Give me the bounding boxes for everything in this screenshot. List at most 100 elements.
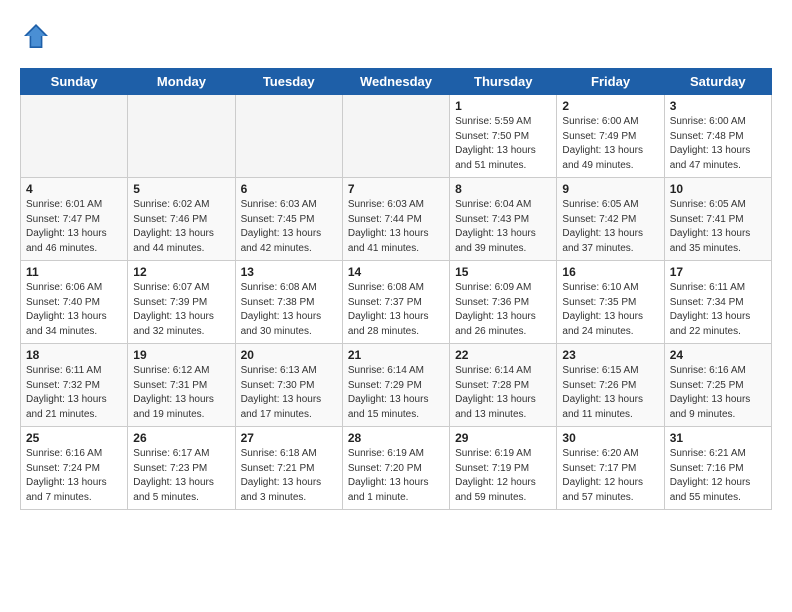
day-detail: Sunrise: 6:20 AM Sunset: 7:17 PM Dayligh… — [562, 447, 658, 505]
day-number: 14 — [348, 265, 444, 279]
day-detail: Sunrise: 6:17 AM Sunset: 7:23 PM Dayligh… — [133, 447, 229, 505]
day-number: 5 — [133, 182, 229, 196]
calendar-cell: 17 Sunrise: 6:11 AM Sunset: 7:34 PM Dayli… — [664, 261, 771, 344]
calendar-week-5: 25Sunrise: 6:16 AM Sunset: 7:24 PM Dayli… — [21, 427, 772, 510]
page-header — [20, 20, 772, 52]
day-number: 19 — [133, 348, 229, 362]
day-detail: Sunrise: 6:09 AM Sunset: 7:36 PM Dayligh… — [455, 281, 551, 339]
day-detail: Sunrise: 6:18 AM Sunset: 7:21 PM Dayligh… — [241, 447, 337, 505]
day-detail: Sunrise: 6:08 AM Sunset: 7:37 PM Dayligh… — [348, 281, 444, 339]
day-number: 13 — [241, 265, 337, 279]
calendar-cell: 19 Sunrise: 6:12 AM Sunset: 7:31 PM Dayli… — [128, 344, 235, 427]
day-number: 28 — [348, 431, 444, 445]
day-detail: Sunrise: 6:11 AM Sunset: 7:32 PM Dayligh… — [26, 364, 122, 422]
day-number: 20 — [241, 348, 337, 362]
day-detail: Sunrise: 6:04 AM Sunset: 7:43 PM Dayligh… — [455, 198, 551, 256]
day-detail: Sunrise: 6:06 AM Sunset: 7:40 PM Dayligh… — [26, 281, 122, 339]
day-detail: Sunrise: 6:11 AM Sunset: 7:34 PM Dayligh… — [670, 281, 766, 339]
day-header-thursday: Thursday — [450, 69, 557, 95]
calendar-week-2: 4 Sunrise: 6:01 AM Sunset: 7:47 PM Daylig… — [21, 178, 772, 261]
calendar-cell: 3Sunrise: 6:00 AM Sunset: 7:48 PM Daylig… — [664, 95, 771, 178]
calendar-cell: 26 Sunrise: 6:17 AM Sunset: 7:23 PM Dayli… — [128, 427, 235, 510]
day-number: 26 — [133, 431, 229, 445]
day-detail: Sunrise: 6:01 AM Sunset: 7:47 PM Dayligh… — [26, 198, 122, 256]
calendar-cell: 1 Sunrise: 5:59 AM Sunset: 7:50 PM Daylig… — [450, 95, 557, 178]
logo-icon — [20, 20, 52, 52]
day-detail: Sunrise: 6:13 AM Sunset: 7:30 PM Dayligh… — [241, 364, 337, 422]
day-detail: Sunrise: 6:10 AM Sunset: 7:35 PM Dayligh… — [562, 281, 658, 339]
day-detail: Sunrise: 6:02 AM Sunset: 7:46 PM Dayligh… — [133, 198, 229, 256]
calendar-cell: 16 Sunrise: 6:10 AM Sunset: 7:35 PM Dayli… — [557, 261, 664, 344]
day-number: 11 — [26, 265, 122, 279]
calendar-cell: 28 Sunrise: 6:19 AM Sunset: 7:20 PM Dayli… — [342, 427, 449, 510]
calendar-cell: 10 Sunrise: 6:05 AM Sunset: 7:41 PM Dayli… — [664, 178, 771, 261]
calendar-cell: 7 Sunrise: 6:03 AM Sunset: 7:44 PM Daylig… — [342, 178, 449, 261]
day-header-friday: Friday — [557, 69, 664, 95]
day-number: 15 — [455, 265, 551, 279]
day-detail: Sunrise: 6:19 AM Sunset: 7:19 PM Dayligh… — [455, 447, 551, 505]
calendar-cell: 5 Sunrise: 6:02 AM Sunset: 7:46 PM Daylig… — [128, 178, 235, 261]
day-number: 22 — [455, 348, 551, 362]
day-number: 10 — [670, 182, 766, 196]
day-header-sunday: Sunday — [21, 69, 128, 95]
day-detail: Sunrise: 6:05 AM Sunset: 7:41 PM Dayligh… — [670, 198, 766, 256]
day-header-monday: Monday — [128, 69, 235, 95]
day-number: 18 — [26, 348, 122, 362]
calendar-cell: 12 Sunrise: 6:07 AM Sunset: 7:39 PM Dayli… — [128, 261, 235, 344]
day-number: 24 — [670, 348, 766, 362]
day-header-saturday: Saturday — [664, 69, 771, 95]
day-detail: Sunrise: 6:16 AM Sunset: 7:24 PM Dayligh… — [26, 447, 122, 505]
day-number: 9 — [562, 182, 658, 196]
day-number: 1 — [455, 99, 551, 113]
calendar-cell — [128, 95, 235, 178]
calendar-cell: 15 Sunrise: 6:09 AM Sunset: 7:36 PM Dayli… — [450, 261, 557, 344]
day-header-tuesday: Tuesday — [235, 69, 342, 95]
calendar-cell: 9 Sunrise: 6:05 AM Sunset: 7:42 PM Daylig… — [557, 178, 664, 261]
calendar-cell: 6Sunrise: 6:03 AM Sunset: 7:45 PM Daylig… — [235, 178, 342, 261]
calendar-cell: 11 Sunrise: 6:06 AM Sunset: 7:40 PM Dayli… — [21, 261, 128, 344]
day-detail: Sunrise: 6:19 AM Sunset: 7:20 PM Dayligh… — [348, 447, 444, 505]
calendar-cell: 2 Sunrise: 6:00 AM Sunset: 7:49 PM Daylig… — [557, 95, 664, 178]
day-number: 27 — [241, 431, 337, 445]
calendar-cell: 8 Sunrise: 6:04 AM Sunset: 7:43 PM Daylig… — [450, 178, 557, 261]
calendar-cell — [342, 95, 449, 178]
day-detail: Sunrise: 6:07 AM Sunset: 7:39 PM Dayligh… — [133, 281, 229, 339]
day-number: 21 — [348, 348, 444, 362]
day-number: 17 — [670, 265, 766, 279]
calendar-week-3: 11 Sunrise: 6:06 AM Sunset: 7:40 PM Dayli… — [21, 261, 772, 344]
calendar-body: 1 Sunrise: 5:59 AM Sunset: 7:50 PM Daylig… — [21, 95, 772, 510]
day-detail: Sunrise: 6:21 AM Sunset: 7:16 PM Dayligh… — [670, 447, 766, 505]
calendar-cell: 21 Sunrise: 6:14 AM Sunset: 7:29 PM Dayli… — [342, 344, 449, 427]
calendar-cell: 14 Sunrise: 6:08 AM Sunset: 7:37 PM Dayli… — [342, 261, 449, 344]
calendar-cell: 30Sunrise: 6:20 AM Sunset: 7:17 PM Dayli… — [557, 427, 664, 510]
day-number: 2 — [562, 99, 658, 113]
day-number: 4 — [26, 182, 122, 196]
day-detail: Sunrise: 6:16 AM Sunset: 7:25 PM Dayligh… — [670, 364, 766, 422]
day-number: 23 — [562, 348, 658, 362]
day-detail: Sunrise: 6:00 AM Sunset: 7:49 PM Dayligh… — [562, 115, 658, 173]
calendar-cell: 27 Sunrise: 6:18 AM Sunset: 7:21 PM Dayli… — [235, 427, 342, 510]
day-detail: Sunrise: 6:14 AM Sunset: 7:29 PM Dayligh… — [348, 364, 444, 422]
day-detail: Sunrise: 6:00 AM Sunset: 7:48 PM Dayligh… — [670, 115, 766, 173]
day-detail: Sunrise: 6:03 AM Sunset: 7:44 PM Dayligh… — [348, 198, 444, 256]
calendar-cell: 4 Sunrise: 6:01 AM Sunset: 7:47 PM Daylig… — [21, 178, 128, 261]
calendar-cell — [235, 95, 342, 178]
calendar-cell — [21, 95, 128, 178]
day-detail: Sunrise: 6:03 AM Sunset: 7:45 PM Dayligh… — [241, 198, 337, 256]
day-number: 7 — [348, 182, 444, 196]
calendar-cell: 18 Sunrise: 6:11 AM Sunset: 7:32 PM Dayli… — [21, 344, 128, 427]
calendar-cell: 13Sunrise: 6:08 AM Sunset: 7:38 PM Dayli… — [235, 261, 342, 344]
day-number: 12 — [133, 265, 229, 279]
calendar-cell: 24 Sunrise: 6:16 AM Sunset: 7:25 PM Dayli… — [664, 344, 771, 427]
day-detail: Sunrise: 6:14 AM Sunset: 7:28 PM Dayligh… — [455, 364, 551, 422]
day-detail: Sunrise: 6:12 AM Sunset: 7:31 PM Dayligh… — [133, 364, 229, 422]
calendar-cell: 23Sunrise: 6:15 AM Sunset: 7:26 PM Dayli… — [557, 344, 664, 427]
calendar-cell: 29 Sunrise: 6:19 AM Sunset: 7:19 PM Dayli… — [450, 427, 557, 510]
day-detail: Sunrise: 6:05 AM Sunset: 7:42 PM Dayligh… — [562, 198, 658, 256]
day-detail: Sunrise: 5:59 AM Sunset: 7:50 PM Dayligh… — [455, 115, 551, 173]
day-number: 16 — [562, 265, 658, 279]
calendar-cell: 25Sunrise: 6:16 AM Sunset: 7:24 PM Dayli… — [21, 427, 128, 510]
day-number: 8 — [455, 182, 551, 196]
day-number: 29 — [455, 431, 551, 445]
calendar-cell: 20 Sunrise: 6:13 AM Sunset: 7:30 PM Dayli… — [235, 344, 342, 427]
